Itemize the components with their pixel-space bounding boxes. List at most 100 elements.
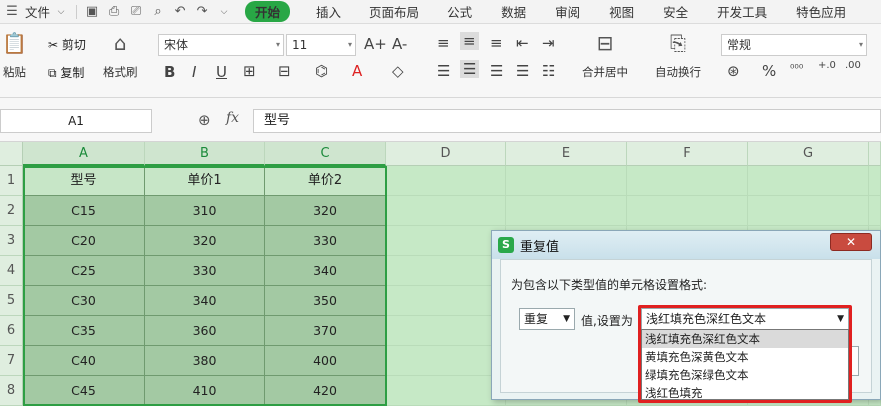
select-all-corner[interactable] <box>0 142 23 166</box>
distribute-icon[interactable]: ☷ <box>542 62 555 80</box>
grid-cell[interactable] <box>386 316 506 346</box>
increase-decimal-icon[interactable]: +.0 <box>818 60 836 71</box>
format-option[interactable]: 绿填充色深绿色文本 <box>642 366 848 384</box>
align-bottom-icon[interactable]: ≡ <box>490 34 503 52</box>
grid-cell[interactable] <box>386 196 506 226</box>
thousands-separator-icon[interactable]: ⁰⁰⁰ <box>790 62 803 75</box>
table-cell[interactable]: 330 <box>145 256 265 286</box>
row-header-6[interactable]: 6 <box>0 316 23 346</box>
export-pdf-icon[interactable]: ⎙ <box>106 4 122 20</box>
bold-button[interactable]: B <box>164 63 175 81</box>
format-painter-button[interactable]: ⌂ 格式刷 <box>103 30 138 80</box>
table-cell[interactable]: C35 <box>23 316 145 346</box>
grid-cell[interactable] <box>386 166 506 196</box>
tab-insert[interactable]: 插入 <box>316 2 341 21</box>
grow-font-icon[interactable]: A+ <box>364 35 387 53</box>
table-cell[interactable]: C40 <box>23 346 145 376</box>
cell-style-icon[interactable]: ⊟ <box>278 62 291 80</box>
cut-button[interactable]: ✂ 剪切 <box>48 36 86 53</box>
table-cell[interactable]: 410 <box>145 376 265 406</box>
merge-center-button[interactable]: ⊟ 合并居中 <box>582 30 628 80</box>
undo-icon[interactable]: ↶ <box>172 4 188 20</box>
font-size-select[interactable]: 11 ▾ <box>286 34 356 56</box>
table-cell[interactable]: C45 <box>23 376 145 406</box>
table-cell[interactable]: 360 <box>145 316 265 346</box>
table-cell[interactable]: 400 <box>265 346 386 376</box>
grid-cell[interactable] <box>386 376 506 406</box>
row-header-2[interactable]: 2 <box>0 196 23 226</box>
paste-button[interactable]: 📋 粘贴 <box>2 30 27 80</box>
align-right-icon[interactable]: ☰ <box>490 62 503 80</box>
align-center-icon[interactable]: ☰ <box>460 60 480 78</box>
table-cell[interactable]: C20 <box>23 226 145 256</box>
align-middle-icon[interactable]: ≡ <box>460 32 479 50</box>
tab-page-layout[interactable]: 页面布局 <box>369 2 419 21</box>
row-header-1[interactable]: 1 <box>0 166 23 196</box>
menu-file[interactable]: 文件 <box>25 2 50 21</box>
fx-icon[interactable]: fx <box>226 110 239 126</box>
indent-increase-icon[interactable]: ⇥ <box>542 34 555 52</box>
copy-button[interactable]: ⧉ 复制 <box>48 64 84 81</box>
print-preview-icon[interactable]: ⌕ <box>150 4 166 20</box>
grid-cell[interactable] <box>506 196 627 226</box>
grid-cell[interactable] <box>386 226 506 256</box>
table-cell[interactable]: 340 <box>145 286 265 316</box>
table-cell[interactable]: 单价1 <box>145 166 265 196</box>
close-button[interactable]: ✕ <box>830 233 872 251</box>
table-cell[interactable]: 单价2 <box>265 166 386 196</box>
font-color-icon[interactable]: A <box>352 62 362 80</box>
currency-icon[interactable]: ⊛ <box>727 62 740 80</box>
grid-cell[interactable] <box>506 166 627 196</box>
menu-icon[interactable]: ☰ <box>4 4 20 20</box>
table-cell[interactable]: 330 <box>265 226 386 256</box>
table-cell[interactable]: 320 <box>265 196 386 226</box>
border-icon[interactable]: ⊞ <box>243 62 256 80</box>
zoom-icon[interactable]: ⊕ <box>198 111 211 129</box>
column-header-c[interactable]: C <box>265 142 386 166</box>
format-option[interactable]: 浅红填充色深红色文本 <box>642 330 848 348</box>
grid-cell[interactable] <box>386 256 506 286</box>
clear-format-icon[interactable]: ◇ <box>392 62 404 80</box>
percent-button[interactable]: % <box>762 62 776 80</box>
row-header-4[interactable]: 4 <box>0 256 23 286</box>
tab-data[interactable]: 数据 <box>501 2 526 21</box>
align-top-icon[interactable]: ≡ <box>437 34 450 52</box>
grid-cell[interactable] <box>386 346 506 376</box>
table-cell[interactable]: 380 <box>145 346 265 376</box>
fill-color-icon[interactable]: ⌬ <box>315 62 328 80</box>
save-icon[interactable]: ▣ <box>84 4 100 20</box>
ok-button-edge[interactable] <box>849 346 859 376</box>
column-header-d[interactable]: D <box>386 142 506 166</box>
row-header-8[interactable]: 8 <box>0 376 23 406</box>
justify-icon[interactable]: ☰ <box>516 62 529 80</box>
grid-cell[interactable] <box>386 286 506 316</box>
dialog-title-bar[interactable]: S 重复值 ✕ <box>492 231 880 259</box>
decrease-decimal-icon[interactable]: .00 <box>845 60 861 71</box>
column-header-g[interactable]: G <box>748 142 869 166</box>
table-cell[interactable]: 320 <box>145 226 265 256</box>
wrap-text-button[interactable]: ⎘ 自动换行 <box>655 30 701 80</box>
grid-cell[interactable] <box>869 196 881 226</box>
column-header-b[interactable]: B <box>145 142 265 166</box>
format-option[interactable]: 浅红色填充 <box>642 384 848 402</box>
format-select[interactable]: 浅红填充色深红色文本 ▼ <box>641 308 849 330</box>
chevron-down-icon[interactable]: ⌵ <box>53 4 69 20</box>
table-cell[interactable]: C25 <box>23 256 145 286</box>
grid-cell[interactable] <box>748 196 869 226</box>
underline-button[interactable]: U <box>216 63 227 81</box>
number-format-select[interactable]: 常规 ▾ <box>721 34 867 56</box>
table-cell[interactable]: 370 <box>265 316 386 346</box>
grid-cell[interactable] <box>748 166 869 196</box>
table-cell[interactable]: 310 <box>145 196 265 226</box>
column-header-f[interactable]: F <box>627 142 748 166</box>
indent-decrease-icon[interactable]: ⇤ <box>516 34 529 52</box>
redo-icon[interactable]: ↷ <box>194 4 210 20</box>
tab-special[interactable]: 特色应用 <box>796 2 846 21</box>
tab-view[interactable]: 视图 <box>609 2 634 21</box>
align-left-icon[interactable]: ☰ <box>437 62 450 80</box>
table-cell[interactable]: 420 <box>265 376 386 406</box>
row-header-7[interactable]: 7 <box>0 346 23 376</box>
tab-review[interactable]: 审阅 <box>555 2 580 21</box>
row-header-5[interactable]: 5 <box>0 286 23 316</box>
column-header-e[interactable]: E <box>506 142 627 166</box>
